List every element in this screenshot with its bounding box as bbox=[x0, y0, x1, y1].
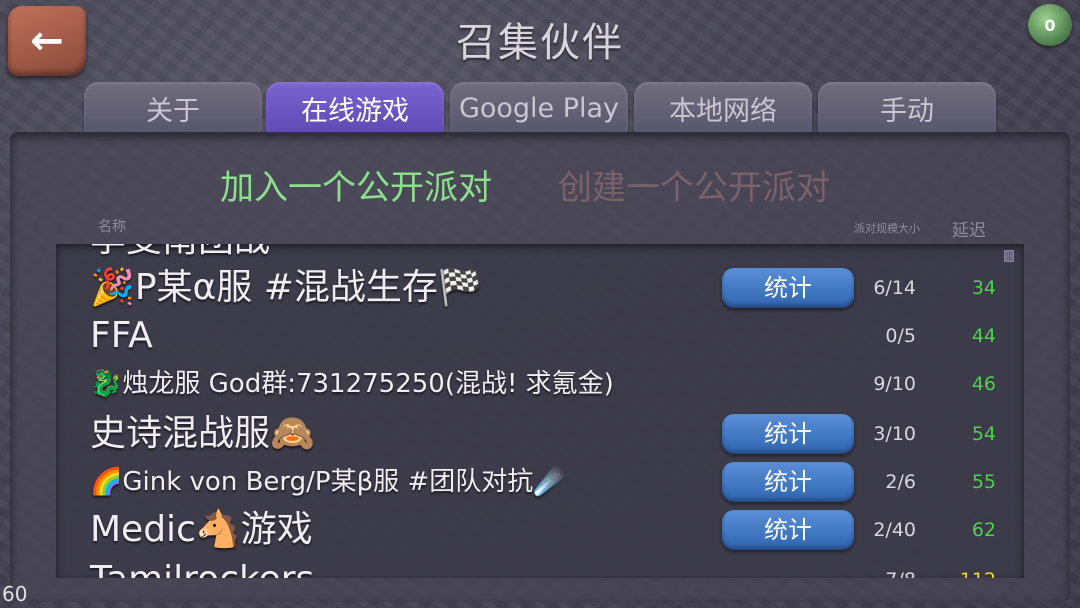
party-list[interactable]: 李斐南团战 🎉P某α服 #混战生存🏁 统计 6/14 34 FFA 0/5 44… bbox=[56, 244, 1024, 578]
tab-manual[interactable]: 手动 bbox=[818, 82, 996, 134]
party-ping: 55 bbox=[971, 471, 996, 493]
party-size: 3/10 bbox=[873, 423, 916, 445]
party-ping: 62 bbox=[971, 519, 996, 541]
party-row[interactable]: Tamilrockers 7/8 112 bbox=[56, 556, 1024, 578]
party-name: Tamilrockers bbox=[90, 556, 314, 578]
party-size: 2/40 bbox=[873, 519, 916, 541]
party-row[interactable]: 🌈Gink von Berg/P某β服 #团队对抗☄️ 统计 2/6 55 bbox=[56, 458, 1024, 506]
party-row[interactable]: 李斐南团战 bbox=[56, 244, 1024, 264]
page-title: 召集伙伴 bbox=[456, 20, 624, 66]
tab-local-network[interactable]: 本地网络 bbox=[634, 82, 812, 134]
stats-button[interactable]: 统计 bbox=[722, 268, 854, 308]
party-name: Medic🐴游戏 bbox=[90, 509, 313, 550]
party-row[interactable]: Medic🐴游戏 统计 2/40 62 bbox=[56, 506, 1024, 554]
stats-button[interactable]: 统计 bbox=[722, 414, 854, 454]
party-ping: 34 bbox=[971, 277, 996, 299]
party-size: 9/10 bbox=[873, 373, 916, 395]
token-count: 0 bbox=[1044, 15, 1056, 35]
party-row[interactable]: 🐉烛龙服 God群:731275250(混战! 求氪金) 9/10 46 bbox=[56, 360, 1024, 408]
party-size: 0/5 bbox=[885, 325, 916, 347]
column-header-ping: 延迟 bbox=[952, 221, 986, 241]
column-header-name: 名称 bbox=[98, 219, 126, 235]
create-public-party-tab[interactable]: 创建一个公开派对 bbox=[558, 160, 830, 209]
tab-google-play[interactable]: Google Play bbox=[450, 82, 628, 134]
party-ping: 44 bbox=[971, 325, 996, 347]
party-name: FFA bbox=[90, 315, 153, 356]
party-name: 李斐南团战 bbox=[90, 244, 270, 264]
column-header-size: 派对规模大小 bbox=[854, 222, 920, 235]
party-name: 史诗混战服🙈 bbox=[90, 413, 315, 454]
party-name: 🎉P某α服 #混战生存🏁 bbox=[90, 267, 483, 308]
party-ping: 112 bbox=[940, 556, 996, 578]
stats-button[interactable]: 统计 bbox=[722, 510, 854, 550]
party-size: 7/8 bbox=[856, 556, 916, 578]
tab-about[interactable]: 关于 bbox=[84, 82, 262, 134]
party-name: 🌈Gink von Berg/P某β服 #团队对抗☄️ bbox=[90, 467, 566, 497]
party-row[interactable]: FFA 0/5 44 bbox=[56, 312, 1024, 360]
fps-counter: 60 bbox=[2, 582, 28, 606]
party-row[interactable]: 史诗混战服🙈 统计 3/10 54 bbox=[56, 410, 1024, 458]
party-row[interactable]: 🎉P某α服 #混战生存🏁 统计 6/14 34 bbox=[56, 264, 1024, 312]
join-public-party-tab[interactable]: 加入一个公开派对 bbox=[220, 160, 492, 209]
party-ping: 54 bbox=[971, 423, 996, 445]
party-name: 🐉烛龙服 God群:731275250(混战! 求氪金) bbox=[90, 369, 614, 399]
party-size: 6/14 bbox=[873, 277, 916, 299]
tab-online-play[interactable]: 在线游戏 bbox=[266, 82, 444, 134]
party-size: 2/6 bbox=[885, 471, 916, 493]
party-ping: 46 bbox=[971, 373, 996, 395]
stats-button[interactable]: 统计 bbox=[722, 462, 854, 502]
token-counter[interactable]: 0 bbox=[1028, 4, 1072, 46]
